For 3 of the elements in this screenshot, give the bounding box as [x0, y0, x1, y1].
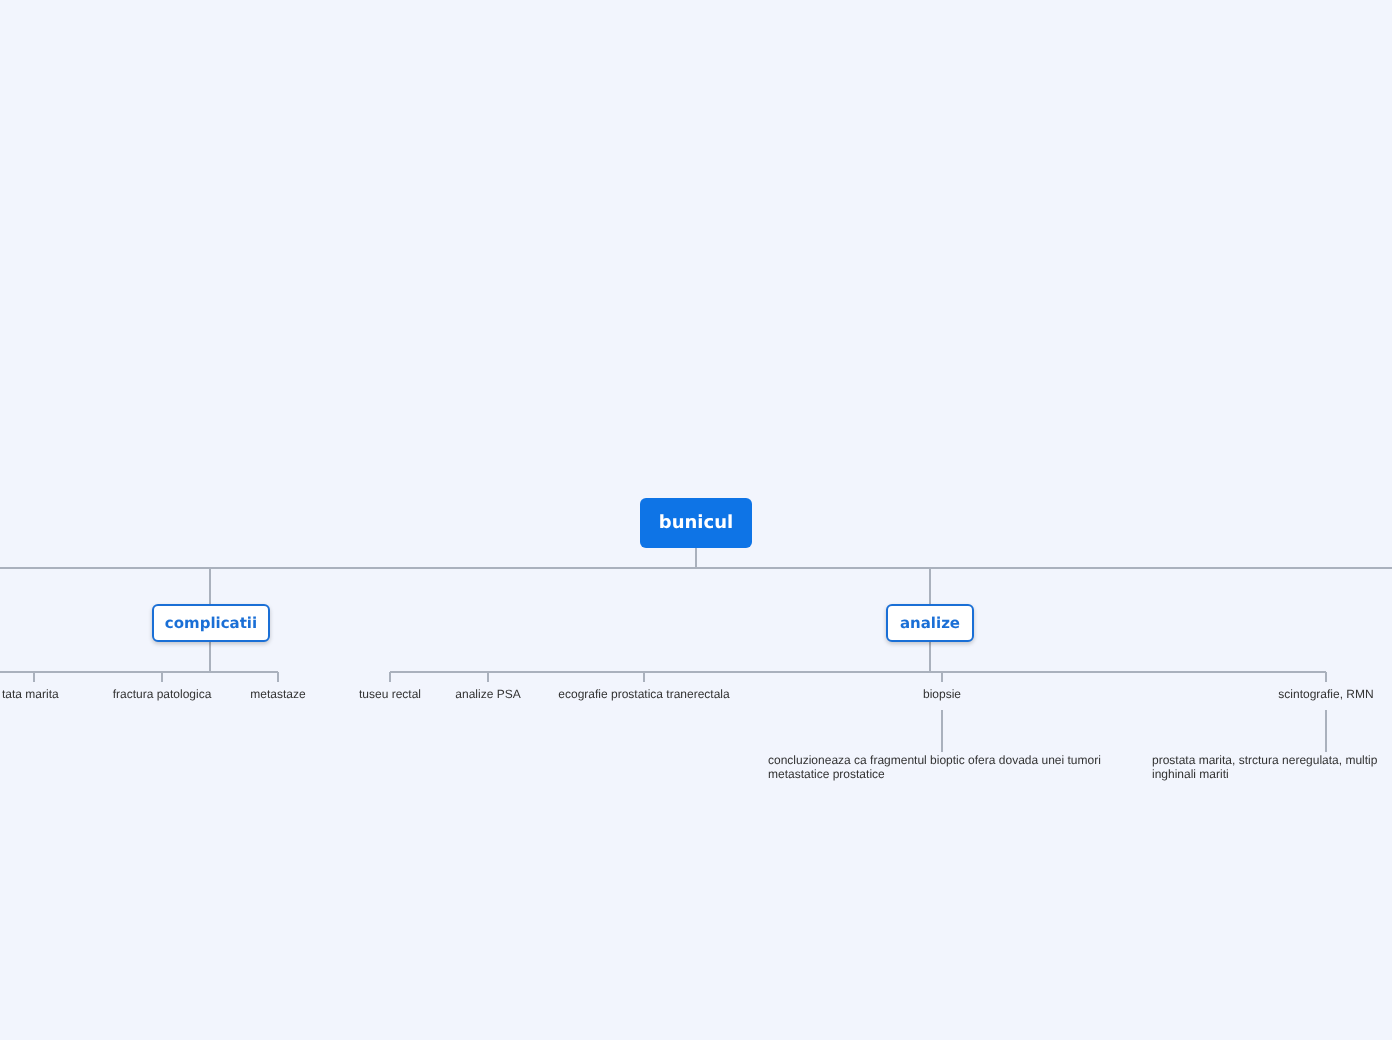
root-topic[interactable]: bunicul	[640, 498, 752, 548]
connector-line	[1325, 709, 1327, 753]
connector-line	[941, 709, 943, 753]
